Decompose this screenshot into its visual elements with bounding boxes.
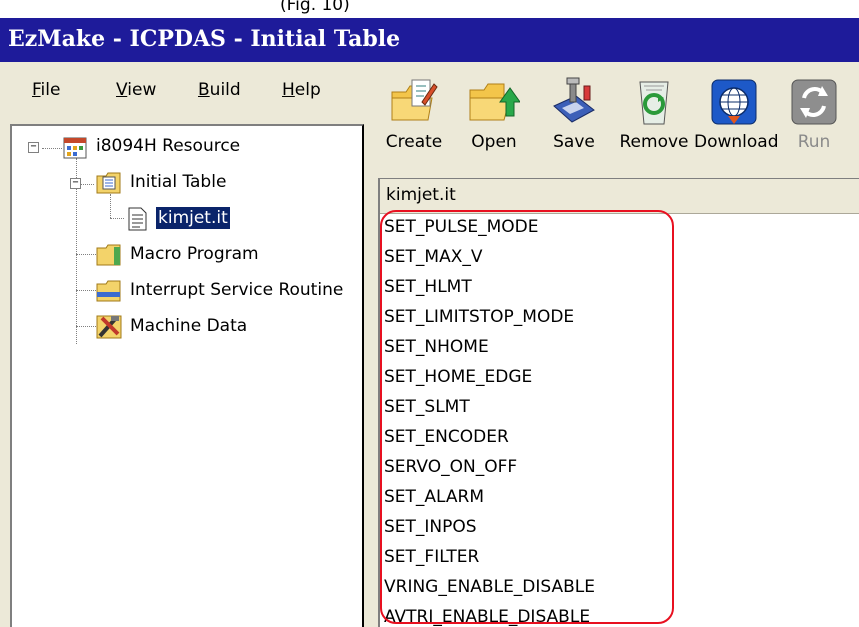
folder-icon xyxy=(96,244,121,266)
command-item[interactable]: SET_HLMT xyxy=(384,275,472,299)
tree-connector xyxy=(42,148,62,149)
initial-table-expander[interactable]: − xyxy=(70,178,81,189)
open-folder-icon xyxy=(469,83,520,121)
menu-help-accel: H xyxy=(282,80,295,100)
tree-connector xyxy=(76,254,98,255)
resource-calendar-icon xyxy=(63,137,87,159)
tree-node-resource-label: i8094H Resource xyxy=(96,136,241,156)
command-item[interactable]: SET_LIMITSTOP_MODE xyxy=(384,305,574,329)
tree-node-initial-table-label: Initial Table xyxy=(130,172,227,192)
menu-file-rest: ile xyxy=(40,80,61,100)
tree-connector xyxy=(76,290,98,291)
tree-node-kimjet[interactable]: kimjet.it xyxy=(124,206,284,232)
tree-connector xyxy=(76,326,98,327)
menu-view-accel: V xyxy=(116,80,128,100)
menu-help-rest: elp xyxy=(294,80,321,100)
create-folder-icon xyxy=(391,79,438,121)
editor-panel[interactable]: kimjet.it SET_PULSE_MODE SET_MAX_V SET_H… xyxy=(378,178,859,627)
document-icon xyxy=(128,207,147,231)
open-button-label: Open xyxy=(471,132,517,152)
command-item[interactable]: SET_SLMT xyxy=(384,395,470,419)
menu-build-rest: uild xyxy=(209,80,241,100)
command-item[interactable]: SERVO_ON_OFF xyxy=(384,455,517,479)
window-title: EzMake - ICPDAS - Initial Table xyxy=(8,26,401,52)
menu-help[interactable]: Help xyxy=(282,80,321,100)
folder-blue-icon xyxy=(96,280,121,302)
title-bar[interactable]: EzMake - ICPDAS - Initial Table xyxy=(0,18,859,62)
command-item[interactable]: SET_FILTER xyxy=(384,545,479,569)
recycle-bin-icon xyxy=(639,81,669,125)
run-button-label: Run xyxy=(797,132,831,152)
command-item[interactable]: SET_PULSE_MODE xyxy=(384,215,539,239)
menu-file-accel: F xyxy=(32,80,41,100)
command-item[interactable]: SET_ENCODER xyxy=(384,425,509,449)
table-folder-icon xyxy=(96,172,121,194)
editor-file-header: kimjet.it xyxy=(380,179,859,214)
figure-caption: (Fig. 10) xyxy=(0,0,859,18)
menu-file[interactable]: File xyxy=(32,80,60,100)
tree-node-initial-table[interactable]: Initial Table xyxy=(96,170,296,196)
save-disk-icon xyxy=(553,77,595,123)
command-item[interactable]: SET_NHOME xyxy=(384,335,489,359)
command-item[interactable]: AVTRI_ENABLE_DISABLE xyxy=(384,605,590,627)
globe-download-icon xyxy=(711,79,757,125)
figure-caption-text: (Fig. 10) xyxy=(280,0,350,15)
tree-node-machine-data-label: Machine Data xyxy=(130,316,248,336)
remove-button[interactable]: Remove xyxy=(614,70,694,154)
project-tree[interactable]: − − i8094H Resource Initial Table kimjet… xyxy=(10,124,364,627)
tree-node-kimjet-label: kimjet.it xyxy=(155,206,231,230)
tree-connector xyxy=(110,218,124,219)
save-button-label: Save xyxy=(553,132,595,152)
run-button[interactable]: Run xyxy=(774,70,854,154)
tree-node-macro-program[interactable]: Macro Program xyxy=(96,242,326,268)
app-window: EzMake - ICPDAS - Initial Table File Vie… xyxy=(0,18,859,627)
download-button-label: Download xyxy=(694,132,779,152)
menu-view[interactable]: View xyxy=(116,80,156,100)
menu-view-rest: iew xyxy=(127,80,157,100)
menu-build-accel: B xyxy=(198,80,210,100)
save-button[interactable]: Save xyxy=(534,70,614,154)
tree-connector xyxy=(110,194,111,218)
run-refresh-icon xyxy=(791,79,837,125)
tree-node-isr[interactable]: Interrupt Service Routine xyxy=(96,278,358,304)
menu-build[interactable]: Build xyxy=(198,80,241,100)
tree-node-machine-data[interactable]: Machine Data xyxy=(96,314,326,340)
editor-file-name: kimjet.it xyxy=(386,185,456,205)
toolbar: Create Open Save Remove Download Run xyxy=(374,70,859,154)
root-expander[interactable]: − xyxy=(28,142,39,153)
command-item[interactable]: SET_ALARM xyxy=(384,485,484,509)
tools-icon xyxy=(96,315,122,339)
menu-bar: File View Build Help xyxy=(0,80,370,104)
command-item[interactable]: SET_HOME_EDGE xyxy=(384,365,532,389)
create-button[interactable]: Create xyxy=(374,70,454,154)
tree-node-macro-program-label: Macro Program xyxy=(130,244,259,264)
download-button[interactable]: Download xyxy=(694,70,779,154)
tree-node-isr-label: Interrupt Service Routine xyxy=(130,280,344,300)
command-item[interactable]: SET_INPOS xyxy=(384,515,477,539)
command-item[interactable]: SET_MAX_V xyxy=(384,245,483,269)
command-item[interactable]: VRING_ENABLE_DISABLE xyxy=(384,575,595,599)
tree-node-resource[interactable]: i8094H Resource xyxy=(62,134,312,160)
open-button[interactable]: Open xyxy=(454,70,534,154)
remove-button-label: Remove xyxy=(619,132,689,152)
create-button-label: Create xyxy=(385,132,443,152)
